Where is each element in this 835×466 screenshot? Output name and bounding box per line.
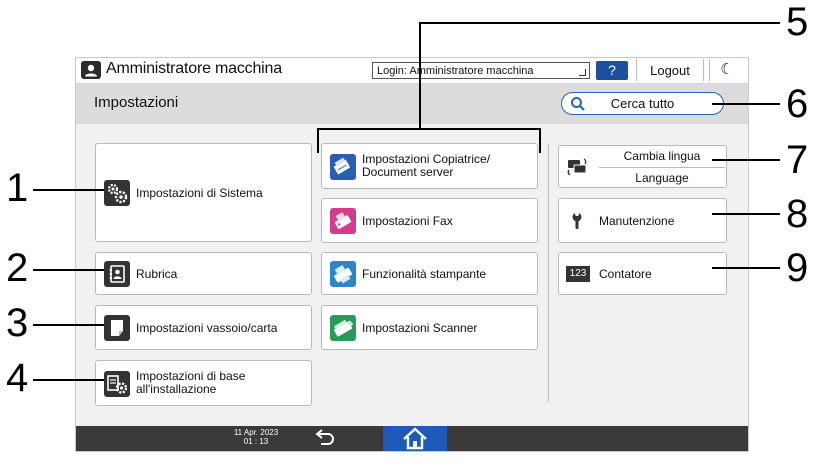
callout-1: 1: [6, 166, 29, 210]
callout-9: 9: [786, 246, 809, 290]
callout-5: 5: [786, 0, 809, 44]
callout-2: 2: [6, 246, 29, 290]
callout-lines: [33, 22, 780, 381]
callout-4: 4: [6, 356, 29, 400]
callout-3: 3: [6, 301, 29, 345]
callout-7: 7: [786, 138, 809, 182]
callout-8: 8: [786, 192, 809, 236]
callout-6: 6: [786, 82, 809, 126]
